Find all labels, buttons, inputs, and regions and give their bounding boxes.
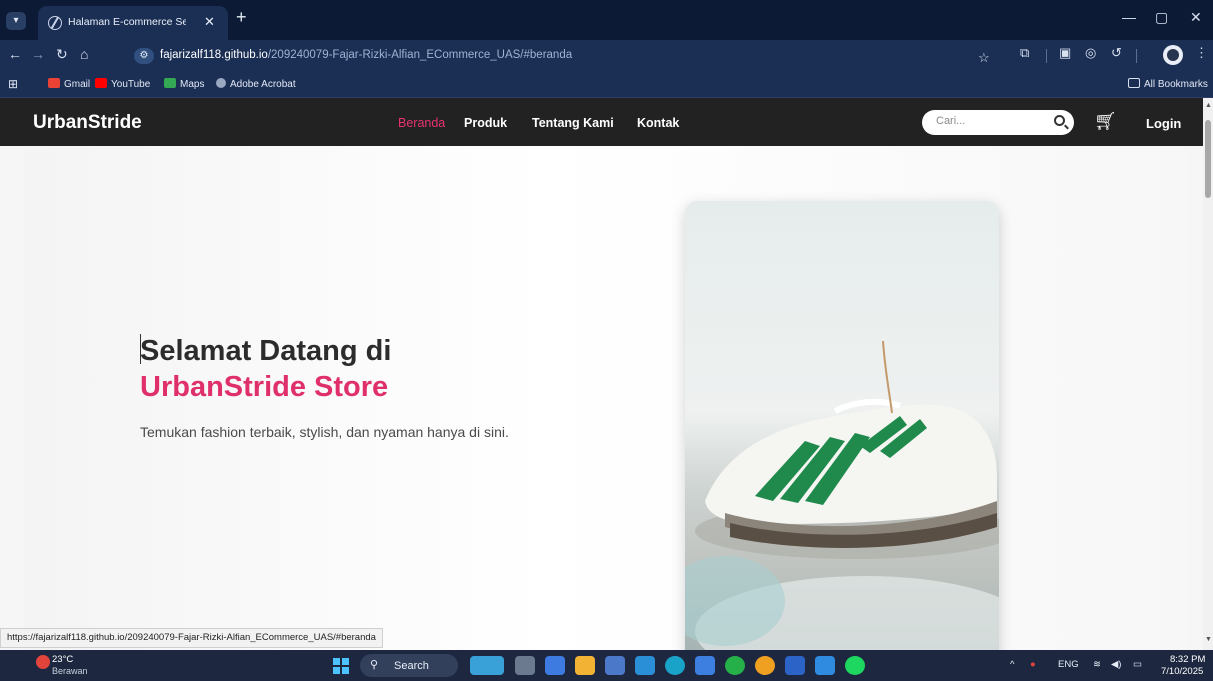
language-indicator[interactable]: ENG bbox=[1058, 659, 1079, 670]
taskbar-search-label: Search bbox=[394, 660, 429, 672]
spotify-icon[interactable] bbox=[845, 656, 865, 675]
tray-app-icon[interactable]: ● bbox=[1030, 659, 1036, 670]
clock-date[interactable]: 7/10/2025 bbox=[1161, 666, 1203, 677]
taskbar-search[interactable]: ⚲ Search bbox=[360, 654, 458, 677]
folder-icon bbox=[1128, 78, 1140, 88]
hero-sneaker-image bbox=[685, 201, 999, 650]
close-window-button[interactable]: ✕ bbox=[1190, 9, 1202, 26]
all-bookmarks-folder[interactable]: All Bookmarks bbox=[1128, 78, 1208, 90]
nav-link-tentang-kami[interactable]: Tentang Kami bbox=[532, 116, 614, 130]
hero-title-line1: Selamat Datang di bbox=[140, 335, 392, 367]
globe-icon bbox=[48, 16, 62, 30]
battery-icon[interactable]: ▭ bbox=[1133, 659, 1142, 670]
more-menu-icon[interactable]: ⋮ bbox=[1195, 45, 1208, 61]
weather-temperature[interactable]: 23°C bbox=[52, 654, 73, 665]
back-arrow-icon[interactable]: ← bbox=[8, 46, 22, 62]
copilot-icon[interactable] bbox=[545, 656, 565, 675]
gmail-icon bbox=[48, 78, 60, 88]
search-icon[interactable] bbox=[1054, 115, 1065, 126]
tab-active[interactable]: Halaman E-commerce Sederhana ✕ bbox=[38, 6, 228, 40]
word-icon[interactable] bbox=[785, 656, 805, 675]
windows-start-icon[interactable] bbox=[333, 658, 349, 674]
site-brand[interactable]: UrbanStride bbox=[33, 112, 142, 134]
scroll-up-arrow-icon[interactable]: ▲ bbox=[1205, 102, 1212, 109]
translate-icon[interactable]: ▣ bbox=[1059, 45, 1071, 61]
tray-overflow-icon[interactable]: ^ bbox=[1010, 659, 1014, 670]
weather-description[interactable]: Berawan bbox=[52, 666, 88, 676]
todo-icon[interactable] bbox=[695, 656, 715, 675]
tab-close-button[interactable]: ✕ bbox=[204, 14, 215, 30]
scroll-down-arrow-icon[interactable]: ▼ bbox=[1205, 636, 1212, 643]
bookmark-youtube[interactable]: YouTube bbox=[95, 78, 150, 90]
extensions-icon[interactable]: ⧉ bbox=[1020, 45, 1029, 61]
minimize-button[interactable]: — bbox=[1122, 9, 1136, 25]
edge-icon[interactable] bbox=[665, 656, 685, 675]
bookmark-adobe-acrobat[interactable]: Adobe Acrobat bbox=[216, 78, 296, 90]
hero-description: Temukan fashion terbaik, stylish, dan ny… bbox=[140, 424, 509, 440]
bookmark-gmail[interactable]: Gmail bbox=[48, 78, 90, 90]
site-settings-icon[interactable]: ⚙ bbox=[134, 48, 154, 64]
site-search-box bbox=[922, 110, 1074, 135]
globe-icon bbox=[216, 78, 226, 88]
browser-window: ▾ Halaman E-commerce Sederhana ✕ + — ▢ ✕… bbox=[0, 0, 1213, 681]
shopping-cart-icon[interactable]: 🛒︎ bbox=[1094, 111, 1117, 132]
nav-link-produk[interactable]: Produk bbox=[464, 116, 507, 130]
login-link[interactable]: Login bbox=[1146, 116, 1181, 131]
tab-strip: ▾ Halaman E-commerce Sederhana ✕ + — ▢ ✕ bbox=[0, 0, 1213, 40]
web-page: UrbanStride Beranda Produk Tentang Kami … bbox=[0, 98, 1203, 650]
history-icon[interactable]: ↺ bbox=[1111, 45, 1122, 61]
microsoft-store-icon[interactable] bbox=[605, 656, 625, 675]
site-navbar: UrbanStride Beranda Produk Tentang Kami … bbox=[0, 98, 1203, 146]
restore-button[interactable]: ▢ bbox=[1155, 9, 1168, 26]
file-explorer-icon[interactable] bbox=[575, 656, 595, 675]
screenshot-icon[interactable]: ◎ bbox=[1085, 45, 1096, 61]
tab-title: Halaman E-commerce Sederhana bbox=[68, 16, 186, 28]
whatsapp-icon[interactable] bbox=[725, 656, 745, 675]
home-icon[interactable]: ⌂ bbox=[80, 46, 88, 62]
page-scrollbar[interactable]: ▲ ▼ bbox=[1203, 98, 1213, 650]
bookmarks-bar: ⊞ Gmail YouTube Maps Adobe Acrobat All B… bbox=[0, 72, 1213, 98]
reload-icon[interactable]: ↻ bbox=[56, 46, 68, 63]
site-search-input[interactable] bbox=[936, 115, 1046, 127]
profile-avatar[interactable] bbox=[1163, 45, 1183, 65]
nav-link-beranda[interactable]: Beranda bbox=[398, 116, 445, 130]
apps-grid-icon[interactable]: ⊞ bbox=[8, 77, 18, 91]
bookmark-star-icon[interactable]: ☆ bbox=[978, 50, 990, 66]
toolbar-divider bbox=[1136, 49, 1137, 63]
wifi-icon[interactable]: ≋ bbox=[1093, 659, 1101, 670]
toolbar-divider bbox=[1046, 49, 1047, 63]
url-text[interactable]: fajarizalf118.github.io/209240079-Fajar-… bbox=[160, 49, 572, 61]
scrollbar-thumb[interactable] bbox=[1205, 120, 1211, 198]
vscode-icon[interactable] bbox=[815, 656, 835, 675]
search-icon: ⚲ bbox=[370, 659, 379, 671]
volume-icon[interactable]: ◀) bbox=[1111, 659, 1121, 670]
widgets-app-icon[interactable] bbox=[470, 656, 504, 675]
browser-toolbar: ← → ↻ ⌂ ⚙ fajarizalf118.github.io/209240… bbox=[0, 40, 1213, 72]
bookmark-maps[interactable]: Maps bbox=[164, 78, 204, 90]
forward-arrow-icon[interactable]: → bbox=[31, 46, 45, 62]
status-bar-url: https://fajarizalf118.github.io/20924007… bbox=[0, 628, 383, 648]
maps-icon bbox=[164, 78, 176, 88]
clock-time[interactable]: 8:32 PM bbox=[1170, 654, 1205, 665]
address-bar[interactable]: ⚙ fajarizalf118.github.io/209240079-Faja… bbox=[126, 45, 1016, 67]
outlook-icon[interactable] bbox=[635, 656, 655, 675]
hero-title-line2: UrbanStride Store bbox=[140, 371, 389, 403]
sneaker-illustration bbox=[685, 340, 999, 650]
nav-link-kontak[interactable]: Kontak bbox=[637, 116, 679, 130]
weather-icon[interactable] bbox=[36, 655, 50, 669]
new-tab-button[interactable]: + bbox=[236, 7, 247, 28]
windows-taskbar: 23°C Berawan ⚲ Search ^ ● ENG ≋ ◀) ▭ 8:3… bbox=[0, 650, 1213, 681]
youtube-icon bbox=[95, 78, 107, 88]
chrome-icon[interactable] bbox=[755, 656, 775, 675]
task-view-icon[interactable] bbox=[515, 656, 535, 675]
tab-search-chevron-icon[interactable]: ▾ bbox=[6, 12, 26, 30]
